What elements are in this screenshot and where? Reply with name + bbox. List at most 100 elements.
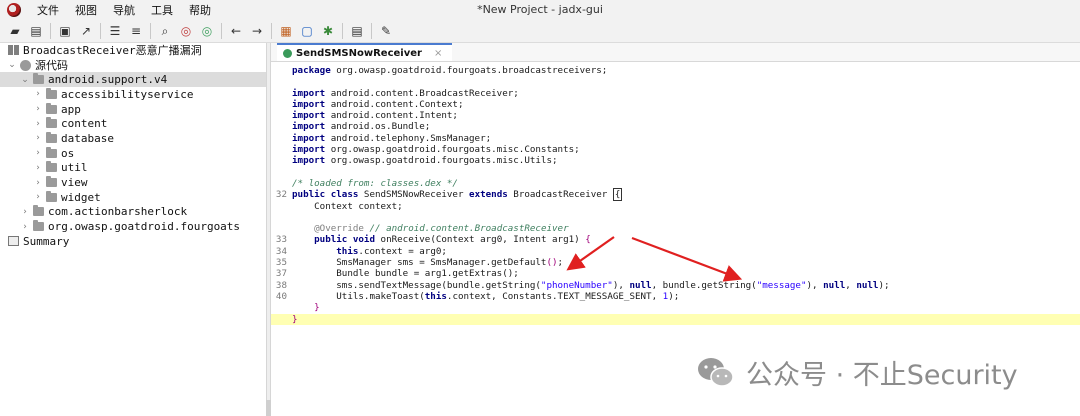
forward-icon[interactable]: → xyxy=(248,22,266,40)
chevron-right-icon[interactable]: › xyxy=(32,133,44,143)
chevron-right-icon[interactable]: › xyxy=(32,89,44,99)
line-number xyxy=(271,144,287,155)
chevron-down-icon[interactable]: ⌄ xyxy=(19,75,31,85)
tree-package[interactable]: › org.owasp.goatdroid.fourgoats xyxy=(0,219,266,234)
line-number: 32 xyxy=(275,189,287,201)
find-usage-icon[interactable]: ◎ xyxy=(198,22,216,40)
add-files-icon[interactable]: ▤ xyxy=(27,22,45,40)
code-text: this.context = arg0; xyxy=(336,245,447,257)
menu-file[interactable]: 文件 xyxy=(29,2,67,18)
code-text: public class SendSMSNowReceiver extends … xyxy=(292,188,623,202)
code-line: import android.os.Bundle; xyxy=(271,121,1080,132)
package-icon xyxy=(46,102,57,114)
tree-subpackage[interactable]: › view xyxy=(0,175,266,190)
line-number: 40 xyxy=(275,290,287,302)
code-line: 34 this.context = arg0; xyxy=(271,246,1080,257)
tree-root[interactable]: BroadcastReceiver恶意广播漏洞 xyxy=(0,43,266,58)
line-number xyxy=(271,110,287,121)
tree-subpackage-label: os xyxy=(61,146,75,160)
line-number xyxy=(271,133,287,144)
chevron-right-icon[interactable]: › xyxy=(32,163,44,173)
chevron-down-icon[interactable]: ⌄ xyxy=(6,60,18,70)
tree-package-label: android.support.v4 xyxy=(48,73,168,87)
tree-package-label: com.actionbarsherlock xyxy=(48,205,188,219)
back-icon[interactable]: ← xyxy=(227,22,245,40)
tab-sendsmsnowreceiver[interactable]: SendSMSNowReceiver × xyxy=(277,43,453,61)
tree-subpackage-label: widget xyxy=(61,190,101,204)
tree-source-label: 源代码 xyxy=(35,59,68,73)
code-line: Context context; xyxy=(271,201,1080,212)
flatten-icon[interactable]: ≡ xyxy=(127,22,145,40)
tree-subpackage[interactable]: › widget xyxy=(0,190,266,205)
code-line: 37 Bundle bundle = arg1.getExtras(); xyxy=(271,268,1080,279)
tree-subpackage[interactable]: › database xyxy=(0,131,266,146)
tree-subpackage-label: accessibilityservice xyxy=(61,87,194,101)
toolbar-separator xyxy=(271,23,272,39)
summary-icon xyxy=(8,236,19,247)
package-icon xyxy=(33,205,44,217)
folder-open-icon[interactable]: ▰ xyxy=(6,22,24,40)
code-line: @Override // android.content.BroadcastRe… xyxy=(271,223,1080,234)
line-number: 38 xyxy=(275,279,287,291)
watermark-text: 公众号 · 不止Security xyxy=(746,360,1018,391)
tree-subpackage[interactable]: › app xyxy=(0,102,266,117)
line-number: 34 xyxy=(275,245,287,257)
tree-subpackage-label: content xyxy=(61,117,108,131)
code-text: import org.owasp.goatdroid.fourgoats.mis… xyxy=(292,144,580,156)
close-icon[interactable]: × xyxy=(434,48,442,59)
package-icon xyxy=(46,161,57,173)
code-line: 35 SmsManager sms = SmsManager.getDefaul… xyxy=(271,257,1080,268)
package-icon xyxy=(46,131,57,143)
tree-subpackage[interactable]: › accessibilityservice xyxy=(0,87,266,102)
export-icon[interactable]: ↗ xyxy=(77,22,95,40)
find-class-icon[interactable]: ◎ xyxy=(177,22,195,40)
settings-icon[interactable]: ✎ xyxy=(377,22,395,40)
tree-subpackage[interactable]: › util xyxy=(0,161,266,176)
tree-package-android-support-v4[interactable]: ⌄ android.support.v4 xyxy=(0,72,266,88)
jadx-app-icon xyxy=(7,3,21,17)
code-area[interactable]: package org.owasp.goatdroid.fourgoats.br… xyxy=(271,65,1080,325)
code-text: package org.owasp.goatdroid.fourgoats.br… xyxy=(292,65,608,76)
menu-help[interactable]: 帮助 xyxy=(181,2,219,18)
code-text: Bundle bundle = arg1.getExtras(); xyxy=(292,268,519,280)
tree-source[interactable]: ⌄ 源代码 xyxy=(0,58,266,73)
package-icon xyxy=(33,73,44,85)
menu-tools[interactable]: 工具 xyxy=(143,2,181,18)
quark-icon[interactable]: ▢ xyxy=(298,22,316,40)
chevron-right-icon[interactable]: › xyxy=(32,148,44,158)
code-text: Context context; xyxy=(292,200,403,212)
toolbar-separator xyxy=(150,23,151,39)
code-text: import android.content.BroadcastReceiver… xyxy=(292,87,519,99)
chevron-right-icon[interactable]: › xyxy=(32,192,44,202)
project-tree: BroadcastReceiver恶意广播漏洞 ⌄ 源代码 ⌄ android.… xyxy=(0,43,266,416)
code-line xyxy=(271,212,1080,223)
save-icon[interactable]: ▣ xyxy=(56,22,74,40)
tree-subpackage[interactable]: › content xyxy=(0,116,266,131)
code-line: } xyxy=(271,313,1080,325)
tree-summary[interactable]: Summary xyxy=(0,234,266,249)
package-icon xyxy=(46,146,57,158)
tree-subpackage[interactable]: › os xyxy=(0,146,266,161)
menu-view[interactable]: 视图 xyxy=(67,2,105,18)
debug-icon[interactable]: ✱ xyxy=(319,22,337,40)
chevron-right-icon[interactable]: › xyxy=(32,119,44,129)
chevron-right-icon[interactable]: › xyxy=(32,104,44,114)
chevron-right-icon[interactable]: › xyxy=(32,178,44,188)
log-icon[interactable]: ▤ xyxy=(348,22,366,40)
chevron-right-icon[interactable]: › xyxy=(19,207,31,217)
search-icon[interactable]: ⌕ xyxy=(156,22,174,40)
tree-package[interactable]: › com.actionbarsherlock xyxy=(0,205,266,220)
code-line: import org.owasp.goatdroid.fourgoats.mis… xyxy=(271,144,1080,155)
sync-icon[interactable]: ☰ xyxy=(106,22,124,40)
toolbar-separator xyxy=(50,23,51,39)
wechat-icon xyxy=(698,357,734,387)
line-number xyxy=(271,302,287,313)
line-number xyxy=(271,155,287,166)
tree-subpackage-label: view xyxy=(61,176,88,190)
code-line: 38 sms.sendTextMessage(bundle.getString(… xyxy=(271,280,1080,291)
source-icon xyxy=(20,59,31,71)
deobfuscate-icon[interactable]: ▦ xyxy=(277,22,295,40)
menu-navigation[interactable]: 导航 xyxy=(105,2,143,18)
chevron-right-icon[interactable]: › xyxy=(19,222,31,232)
